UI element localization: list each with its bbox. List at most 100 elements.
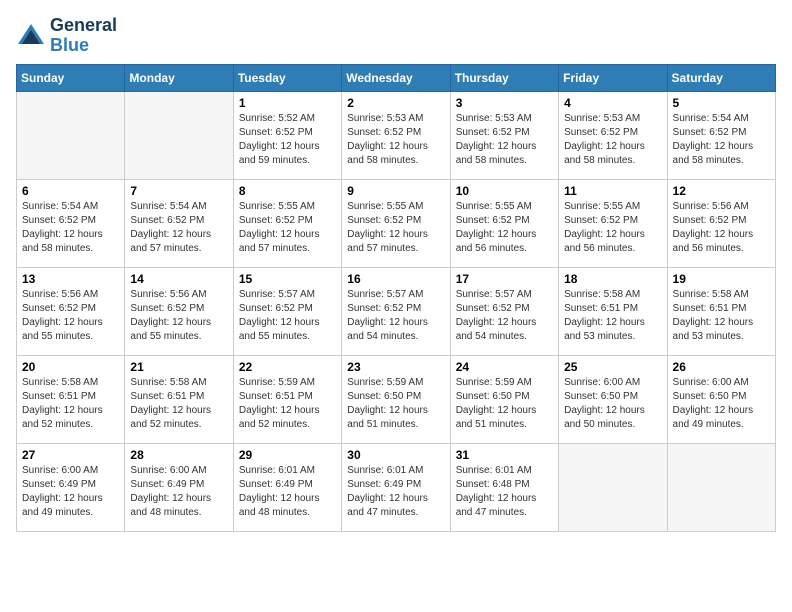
day-info: Sunrise: 5:53 AM Sunset: 6:52 PM Dayligh… <box>564 112 661 168</box>
day-info: Sunrise: 5:53 AM Sunset: 6:52 PM Dayligh… <box>456 112 553 168</box>
day-info: Sunrise: 5:56 AM Sunset: 6:52 PM Dayligh… <box>22 288 119 344</box>
calendar-cell: 2 Sunrise: 5:53 AM Sunset: 6:52 PM Daylig… <box>342 91 450 179</box>
calendar-cell: 9Sunrise: 5:55 AM Sunset: 6:52 PM Daylig… <box>342 179 450 267</box>
logo-icon <box>16 22 46 50</box>
day-number: 19 <box>673 272 770 286</box>
day-number: 26 <box>673 360 770 374</box>
day-number: 7 <box>130 184 227 198</box>
calendar-cell: 12 Sunrise: 5:56 AM Sunset: 6:52 PM Dayli… <box>667 179 775 267</box>
week-row-1: 1 Sunrise: 5:52 AM Sunset: 6:52 PM Daylig… <box>17 91 776 179</box>
day-info: Sunrise: 6:00 AM Sunset: 6:50 PM Dayligh… <box>564 376 661 432</box>
day-number: 11 <box>564 184 661 198</box>
day-number: 25 <box>564 360 661 374</box>
calendar-cell: 28 Sunrise: 6:00 AM Sunset: 6:49 PM Dayli… <box>125 443 233 531</box>
day-info: Sunrise: 6:00 AM Sunset: 6:49 PM Dayligh… <box>22 464 119 520</box>
day-info: Sunrise: 5:56 AM Sunset: 6:52 PM Dayligh… <box>130 288 227 344</box>
day-info: Sunrise: 5:57 AM Sunset: 6:52 PM Dayligh… <box>239 288 336 344</box>
calendar-cell: 13 Sunrise: 5:56 AM Sunset: 6:52 PM Dayli… <box>17 267 125 355</box>
calendar-cell: 6Sunrise: 5:54 AM Sunset: 6:52 PM Daylig… <box>17 179 125 267</box>
calendar-cell <box>559 443 667 531</box>
day-number: 16 <box>347 272 444 286</box>
calendar-cell: 10Sunrise: 5:55 AM Sunset: 6:52 PM Dayli… <box>450 179 558 267</box>
week-row-3: 13 Sunrise: 5:56 AM Sunset: 6:52 PM Dayli… <box>17 267 776 355</box>
page-header: General Blue <box>16 16 776 56</box>
day-info: Sunrise: 6:01 AM Sunset: 6:49 PM Dayligh… <box>347 464 444 520</box>
calendar-cell: 14 Sunrise: 5:56 AM Sunset: 6:52 PM Dayli… <box>125 267 233 355</box>
calendar: SundayMondayTuesdayWednesdayThursdayFrid… <box>16 64 776 532</box>
calendar-cell: 16 Sunrise: 5:57 AM Sunset: 6:52 PM Dayli… <box>342 267 450 355</box>
day-info: Sunrise: 5:57 AM Sunset: 6:52 PM Dayligh… <box>456 288 553 344</box>
day-info: Sunrise: 5:59 AM Sunset: 6:51 PM Dayligh… <box>239 376 336 432</box>
day-number: 5 <box>673 96 770 110</box>
calendar-cell: 29 Sunrise: 6:01 AM Sunset: 6:49 PM Dayli… <box>233 443 341 531</box>
day-info: Sunrise: 5:56 AM Sunset: 6:52 PM Dayligh… <box>673 200 770 256</box>
calendar-cell: 22 Sunrise: 5:59 AM Sunset: 6:51 PM Dayli… <box>233 355 341 443</box>
day-number: 15 <box>239 272 336 286</box>
calendar-cell: 5Sunrise: 5:54 AM Sunset: 6:52 PM Daylig… <box>667 91 775 179</box>
week-row-2: 6Sunrise: 5:54 AM Sunset: 6:52 PM Daylig… <box>17 179 776 267</box>
calendar-cell: 30 Sunrise: 6:01 AM Sunset: 6:49 PM Dayli… <box>342 443 450 531</box>
day-number: 13 <box>22 272 119 286</box>
day-number: 17 <box>456 272 553 286</box>
day-header-sunday: Sunday <box>17 64 125 91</box>
day-info: Sunrise: 5:55 AM Sunset: 6:52 PM Dayligh… <box>239 200 336 256</box>
day-number: 29 <box>239 448 336 462</box>
calendar-cell <box>125 91 233 179</box>
day-info: Sunrise: 5:54 AM Sunset: 6:52 PM Dayligh… <box>130 200 227 256</box>
calendar-cell: 3 Sunrise: 5:53 AM Sunset: 6:52 PM Daylig… <box>450 91 558 179</box>
day-info: Sunrise: 5:57 AM Sunset: 6:52 PM Dayligh… <box>347 288 444 344</box>
logo: General Blue <box>16 16 117 56</box>
calendar-cell: 11 Sunrise: 5:55 AM Sunset: 6:52 PM Dayli… <box>559 179 667 267</box>
day-info: Sunrise: 5:53 AM Sunset: 6:52 PM Dayligh… <box>347 112 444 168</box>
day-number: 10 <box>456 184 553 198</box>
calendar-cell: 24 Sunrise: 5:59 AM Sunset: 6:50 PM Dayli… <box>450 355 558 443</box>
calendar-cell <box>17 91 125 179</box>
calendar-cell: 4 Sunrise: 5:53 AM Sunset: 6:52 PM Daylig… <box>559 91 667 179</box>
day-info: Sunrise: 5:59 AM Sunset: 6:50 PM Dayligh… <box>456 376 553 432</box>
day-number: 28 <box>130 448 227 462</box>
day-info: Sunrise: 6:00 AM Sunset: 6:49 PM Dayligh… <box>130 464 227 520</box>
day-number: 21 <box>130 360 227 374</box>
week-row-4: 20 Sunrise: 5:58 AM Sunset: 6:51 PM Dayli… <box>17 355 776 443</box>
day-info: Sunrise: 5:58 AM Sunset: 6:51 PM Dayligh… <box>22 376 119 432</box>
day-header-wednesday: Wednesday <box>342 64 450 91</box>
day-info: Sunrise: 5:58 AM Sunset: 6:51 PM Dayligh… <box>130 376 227 432</box>
day-header-tuesday: Tuesday <box>233 64 341 91</box>
calendar-header-row: SundayMondayTuesdayWednesdayThursdayFrid… <box>17 64 776 91</box>
day-header-friday: Friday <box>559 64 667 91</box>
day-number: 1 <box>239 96 336 110</box>
day-number: 3 <box>456 96 553 110</box>
day-header-thursday: Thursday <box>450 64 558 91</box>
day-number: 14 <box>130 272 227 286</box>
day-info: Sunrise: 6:01 AM Sunset: 6:49 PM Dayligh… <box>239 464 336 520</box>
day-info: Sunrise: 6:00 AM Sunset: 6:50 PM Dayligh… <box>673 376 770 432</box>
week-row-5: 27 Sunrise: 6:00 AM Sunset: 6:49 PM Dayli… <box>17 443 776 531</box>
calendar-cell: 20 Sunrise: 5:58 AM Sunset: 6:51 PM Dayli… <box>17 355 125 443</box>
calendar-cell: 17 Sunrise: 5:57 AM Sunset: 6:52 PM Dayli… <box>450 267 558 355</box>
day-info: Sunrise: 5:59 AM Sunset: 6:50 PM Dayligh… <box>347 376 444 432</box>
day-info: Sunrise: 5:58 AM Sunset: 6:51 PM Dayligh… <box>673 288 770 344</box>
calendar-cell: 21 Sunrise: 5:58 AM Sunset: 6:51 PM Dayli… <box>125 355 233 443</box>
calendar-cell: 1 Sunrise: 5:52 AM Sunset: 6:52 PM Daylig… <box>233 91 341 179</box>
day-info: Sunrise: 6:01 AM Sunset: 6:48 PM Dayligh… <box>456 464 553 520</box>
calendar-cell: 19 Sunrise: 5:58 AM Sunset: 6:51 PM Dayli… <box>667 267 775 355</box>
day-number: 30 <box>347 448 444 462</box>
day-number: 27 <box>22 448 119 462</box>
calendar-cell <box>667 443 775 531</box>
day-number: 8 <box>239 184 336 198</box>
day-info: Sunrise: 5:52 AM Sunset: 6:52 PM Dayligh… <box>239 112 336 168</box>
calendar-cell: 18Sunrise: 5:58 AM Sunset: 6:51 PM Dayli… <box>559 267 667 355</box>
calendar-cell: 31Sunrise: 6:01 AM Sunset: 6:48 PM Dayli… <box>450 443 558 531</box>
day-number: 12 <box>673 184 770 198</box>
calendar-cell: 26 Sunrise: 6:00 AM Sunset: 6:50 PM Dayli… <box>667 355 775 443</box>
day-number: 4 <box>564 96 661 110</box>
calendar-cell: 8 Sunrise: 5:55 AM Sunset: 6:52 PM Daylig… <box>233 179 341 267</box>
day-info: Sunrise: 5:58 AM Sunset: 6:51 PM Dayligh… <box>564 288 661 344</box>
day-number: 24 <box>456 360 553 374</box>
calendar-cell: 27 Sunrise: 6:00 AM Sunset: 6:49 PM Dayli… <box>17 443 125 531</box>
day-number: 22 <box>239 360 336 374</box>
day-info: Sunrise: 5:55 AM Sunset: 6:52 PM Dayligh… <box>564 200 661 256</box>
logo-text: General Blue <box>50 16 117 56</box>
day-number: 2 <box>347 96 444 110</box>
day-number: 20 <box>22 360 119 374</box>
